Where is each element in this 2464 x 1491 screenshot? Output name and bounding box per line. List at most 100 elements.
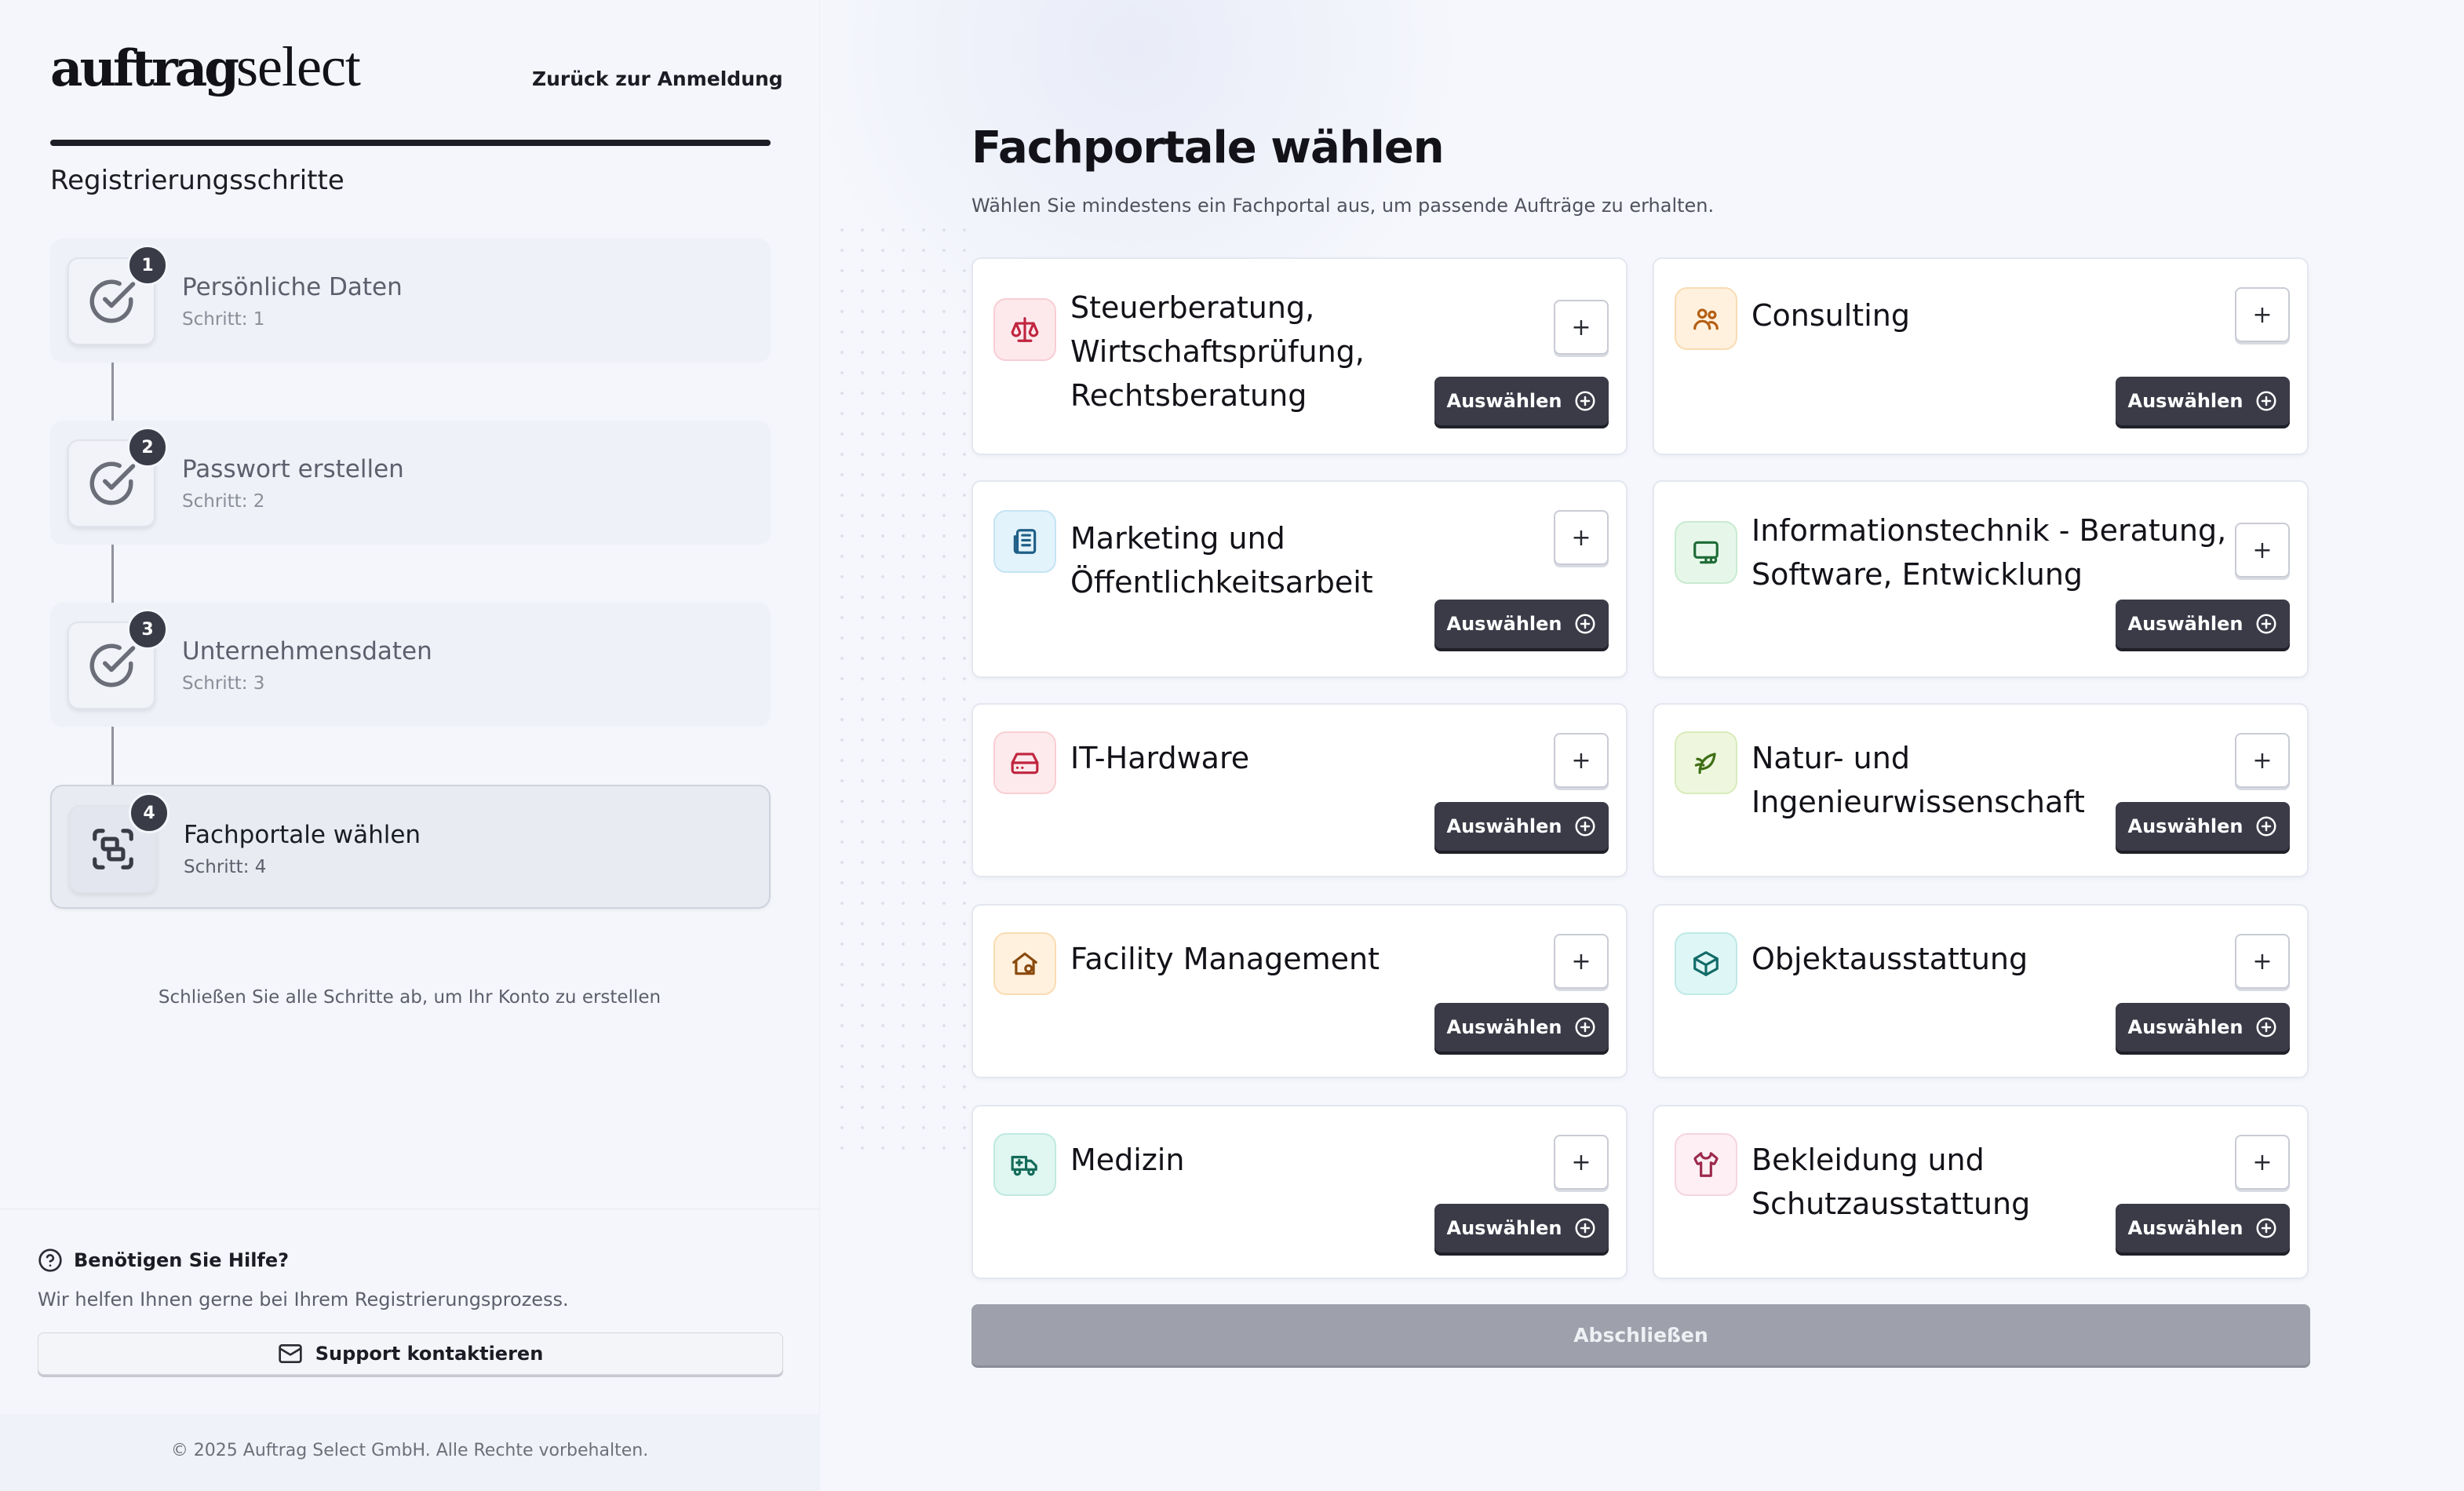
portal-card[interactable]: Facility Management + Auswählen <box>971 904 1627 1078</box>
portal-card[interactable]: Medizin + Auswählen <box>971 1105 1627 1279</box>
step-title: Persönliche Daten <box>182 273 403 301</box>
dot-pattern <box>832 220 973 1161</box>
portal-select-label: Auswählen <box>2127 390 2243 412</box>
plus-circle-icon <box>2256 614 2276 634</box>
portal-select-label: Auswählen <box>1446 1016 1562 1038</box>
ambulance-icon <box>1011 1155 1037 1176</box>
brand-logo-bold: auftrag <box>50 39 239 98</box>
step-subtitle: Schritt: 2 <box>182 491 265 512</box>
portal-icon-container <box>993 298 1056 361</box>
portal-select-button[interactable]: Auswählen <box>1434 600 1609 648</box>
portal-select-button[interactable]: Auswählen <box>1434 377 1609 425</box>
portal-select-label: Auswählen <box>1446 390 1562 412</box>
portal-card[interactable]: Consulting + Auswählen <box>1653 257 2309 455</box>
back-to-login-link[interactable]: Zurück zur Anmeldung <box>532 67 783 90</box>
help-title-text: Benötigen Sie Hilfe? <box>74 1249 290 1271</box>
portal-icon-container <box>993 1133 1056 1196</box>
portal-select-label: Auswählen <box>1446 613 1562 635</box>
step-number-badge: 1 <box>127 245 168 286</box>
portal-select-label: Auswählen <box>1446 815 1562 837</box>
portal-card[interactable]: Bekleidung und Schutzausstattung + Auswähl… <box>1653 1105 2309 1279</box>
portal-icon-container <box>1675 287 1737 350</box>
portal-expand-button[interactable]: + <box>1554 300 1609 355</box>
portal-icon-container <box>993 510 1056 573</box>
contact-support-label: Support kontaktieren <box>315 1343 544 1365</box>
step-create-password[interactable]: 2 Passwort erstellen Schritt: 2 <box>50 421 771 545</box>
help-divider <box>0 1208 819 1209</box>
step-company-data[interactable]: 3 Unternehmensdaten Schritt: 3 <box>50 603 771 727</box>
portal-select-button[interactable]: Auswählen <box>2116 377 2290 425</box>
portal-card[interactable]: Steuerberatung, Wirtschaftsprüfung, Rech… <box>971 257 1627 455</box>
package-icon <box>1693 951 1719 976</box>
step-number-badge: 4 <box>129 793 169 833</box>
portal-expand-button[interactable]: + <box>1554 510 1609 565</box>
steps-hint: Schließen Sie alle Schritte ab, um Ihr K… <box>158 987 662 1008</box>
portal-icon-container <box>1675 521 1737 584</box>
brand-logo: auftrag select <box>50 35 361 100</box>
portal-card[interactable]: Natur- und Ingenieurwissenschaft + Auswähl… <box>1653 703 2309 877</box>
step-number-badge: 3 <box>127 609 168 650</box>
plus-circle-icon <box>2256 1017 2276 1037</box>
plus-circle-icon <box>1575 1218 1595 1238</box>
portal-select-button[interactable]: Auswählen <box>2116 1003 2290 1052</box>
page-subtitle: Wählen Sie mindestens ein Fachportal aus… <box>971 195 1715 217</box>
portal-select-label: Auswählen <box>1446 1217 1562 1239</box>
portal-select-button[interactable]: Auswählen <box>1434 1204 1609 1252</box>
copyright-text: © 2025 Auftrag Select GmbH. Alle Rechte … <box>170 1441 649 1460</box>
portal-select-button[interactable]: Auswählen <box>1434 802 1609 851</box>
help-title: Benötigen Sie Hilfe? <box>38 1248 289 1273</box>
portal-card[interactable]: Informationstechnik - Beratung, Software… <box>1653 480 2309 678</box>
plus-circle-icon <box>2256 1218 2276 1238</box>
portal-expand-button[interactable]: + <box>2235 934 2290 989</box>
house-icon <box>1012 952 1037 975</box>
progress-bar <box>50 140 771 146</box>
portal-expand-button[interactable]: + <box>1554 733 1609 788</box>
portal-label: IT-Hardware <box>1070 741 1250 775</box>
portal-icon-container <box>1675 932 1737 995</box>
portal-select-button[interactable]: Auswählen <box>1434 1003 1609 1052</box>
leaf-icon <box>1694 753 1716 775</box>
portal-icon-container <box>993 731 1056 794</box>
portal-select-button[interactable]: Auswählen <box>2116 600 2290 648</box>
plus-circle-icon <box>2256 391 2276 411</box>
plus-circle-icon <box>1575 391 1595 411</box>
finish-button[interactable]: Abschließen <box>971 1304 2310 1365</box>
monitor-icon <box>1693 541 1719 564</box>
check-circle-icon <box>89 279 136 323</box>
page-title: Fachportale wählen <box>971 122 1445 173</box>
portal-card[interactable]: Marketing und Öffentlichkeitsarbeit + Ausw… <box>971 480 1627 678</box>
portal-card[interactable]: IT-Hardware + Auswählen <box>971 703 1627 877</box>
step-title: Passwort erstellen <box>182 455 404 483</box>
portal-select-label: Auswählen <box>2127 815 2243 837</box>
plus-circle-icon <box>1575 1017 1595 1037</box>
portal-expand-button[interactable]: + <box>2235 1135 2290 1190</box>
portal-card[interactable]: Objektausstattung + Auswählen <box>1653 904 2309 1078</box>
step-number-badge: 2 <box>127 427 168 468</box>
plus-circle-icon <box>1575 816 1595 837</box>
brand-logo-light: select <box>236 35 361 98</box>
portal-expand-button[interactable]: + <box>1554 934 1609 989</box>
step-title: Unternehmensdaten <box>182 637 432 665</box>
mail-icon <box>279 1344 302 1363</box>
portal-expand-button[interactable]: + <box>1554 1135 1609 1190</box>
portal-select-button[interactable]: Auswählen <box>2116 1204 2290 1252</box>
plus-circle-icon <box>1575 614 1595 634</box>
contact-support-button[interactable]: Support kontaktieren <box>38 1332 783 1375</box>
portal-expand-button[interactable]: + <box>2235 287 2290 342</box>
portal-expand-button[interactable]: + <box>2235 523 2290 578</box>
people-icon <box>1693 308 1719 330</box>
portal-label: Facility Management <box>1070 942 1380 976</box>
shirt-icon <box>1693 1152 1719 1177</box>
portal-icon-container <box>1675 1133 1737 1196</box>
portal-label: Medizin <box>1070 1143 1185 1177</box>
portal-select-label: Auswählen <box>2127 613 2243 635</box>
portal-label: Consulting <box>1751 298 1910 333</box>
portal-select-button[interactable]: Auswählen <box>2116 802 2290 851</box>
step-title: Fachportale wählen <box>184 821 421 849</box>
step-personal-data[interactable]: 1 Persönliche Daten Schritt: 1 <box>50 239 771 363</box>
portal-icon-container <box>1675 731 1737 794</box>
portal-select-label: Auswählen <box>2127 1016 2243 1038</box>
portal-expand-button[interactable]: + <box>2235 733 2290 788</box>
step-select-portals[interactable]: 4 Fachportale wählen Schritt: 4 <box>50 785 771 909</box>
newspaper-icon <box>1013 529 1037 554</box>
